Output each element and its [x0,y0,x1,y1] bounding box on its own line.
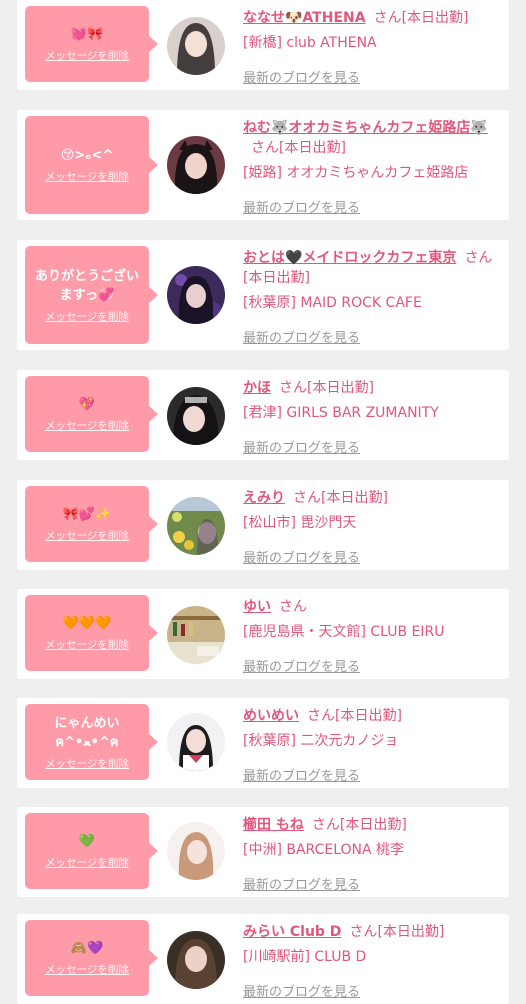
schedule-label: [本日出勤] [335,708,402,724]
message-text: 🧡🧡🧡 [62,616,112,631]
message-text: 🎀💕✨ [62,507,112,522]
schedule-label: [本日出勤] [339,817,407,833]
message-card: 😚>ₒ<^ メッセージを削除 ねむ🐺オオカミちゃんカフェ姫路店🐺 さん[本日出勤]… [17,110,509,220]
message-bubble: 🙈💜 メッセージを削除 [25,920,158,996]
view-blog-link[interactable]: 最新のブログを見る [243,658,360,678]
card-info: みらい Club D さん[本日出勤] [川崎駅前] CLUB D 最新のブログを… [243,922,505,1003]
card-info: ねむ🐺オオカミちゃんカフェ姫路店🐺 さん[本日出勤] [姫路] オオカミちゃんカフ… [243,118,505,219]
view-blog-link[interactable]: 最新のブログを見る [243,767,360,787]
san-label: さん [311,817,340,833]
message-text: 💚 [78,834,96,849]
shop-label: [秋葉原] 二次元カノジョ [243,733,399,749]
delete-message-link[interactable]: メッセージを削除 [45,169,129,184]
view-blog-link[interactable]: 最新のブログを見る [243,876,360,896]
message-bubble: 💓🎀 メッセージを削除 [25,6,158,82]
message-bubble: にゃんめい ฅ^•ﻌ•^ฅ メッセージを削除 [25,704,158,780]
cast-name-link[interactable]: 櫛田 もね [243,817,304,833]
avatar[interactable] [167,497,225,555]
schedule-label: [本日出勤] [377,924,445,940]
cast-name-link[interactable]: えみり [243,490,285,506]
shop-label: [君津] GIRLS BAR ZUMANITY [243,405,439,421]
message-card: 🧡🧡🧡 メッセージを削除 ゆい さん [鹿児島県・天文館] CLUB EIRU 最… [17,589,509,679]
delete-message-link[interactable]: メッセージを削除 [45,528,129,543]
san-label: さん [279,599,307,615]
message-bubble: 💚 メッセージを削除 [25,813,158,889]
schedule-label: [本日出勤] [401,10,469,26]
cast-name-link[interactable]: おとは🖤メイドロックカフェ東京 [243,250,456,266]
san-label: さん [349,924,378,940]
card-info: ゆい さん [鹿児島県・天文館] CLUB EIRU 最新のブログを見る [243,597,505,678]
message-card: ありがとうございますっ💞 メッセージを削除 おとは🖤メイドロックカフェ東京 さん [… [17,240,509,350]
avatar[interactable] [167,387,225,445]
card-info: えみり さん[本日出勤] [松山市] 毘沙門天 最新のブログを見る [243,488,505,569]
card-info: かほ さん[本日出勤] [君津] GIRLS BAR ZUMANITY 最新のブロ… [243,378,505,459]
delete-message-link[interactable]: メッセージを削除 [45,48,129,63]
view-blog-link[interactable]: 最新のブログを見る [243,983,360,1003]
message-card: にゃんめい ฅ^•ﻌ•^ฅ メッセージを削除 めいめい さん[本日出勤] [秋葉原… [17,698,509,788]
schedule-label: [本日出勤] [279,140,346,156]
schedule-label: [本日出勤] [307,380,374,396]
shop-label: [新橋] club ATHENA [243,35,377,51]
avatar[interactable] [167,822,225,880]
cast-name-link[interactable]: ゆい [243,599,271,615]
shop-label: [秋葉原] MAID ROCK CAFE [243,295,422,311]
san-label: さん [293,490,321,506]
delete-message-link[interactable]: メッセージを削除 [45,855,129,870]
delete-message-link[interactable]: メッセージを削除 [45,309,129,324]
view-blog-link[interactable]: 最新のブログを見る [243,549,360,569]
card-info: 櫛田 もね さん[本日出勤] [中洲] BARCELONA 桃李 最新のブログを見… [243,815,505,896]
san-label: さん [464,250,493,266]
shop-label: [鹿児島県・天文館] CLUB EIRU [243,624,445,640]
schedule-label: [本日出勤] [321,490,388,506]
shop-label: [川崎駅前] CLUB D [243,949,367,965]
shop-label: [中洲] BARCELONA 桃李 [243,842,405,858]
avatar[interactable] [167,136,225,194]
message-bubble: ありがとうございますっ💞 メッセージを削除 [25,246,158,344]
message-text: 💓🎀 [70,27,104,42]
message-bubble: 😚>ₒ<^ メッセージを削除 [25,116,158,214]
view-blog-link[interactable]: 最新のブログを見る [243,199,360,219]
card-info: めいめい さん[本日出勤] [秋葉原] 二次元カノジョ 最新のブログを見る [243,706,505,787]
shop-label: [松山市] 毘沙門天 [243,515,357,531]
cast-name-link[interactable]: かほ [243,380,271,396]
message-list: 💓🎀 メッセージを削除 ななせ🐶ATHENA さん[本日出勤] [新橋] club… [0,0,526,1004]
view-blog-link[interactable]: 最新のブログを見る [243,329,360,349]
cast-name-link[interactable]: ねむ🐺オオカミちゃんカフェ姫路店🐺 [243,120,488,136]
delete-message-link[interactable]: メッセージを削除 [45,962,129,977]
message-card: 💓🎀 メッセージを削除 ななせ🐶ATHENA さん[本日出勤] [新橋] club… [17,0,509,90]
delete-message-link[interactable]: メッセージを削除 [45,637,129,652]
view-blog-link[interactable]: 最新のブログを見る [243,69,360,89]
cast-name-link[interactable]: みらい Club D [243,924,341,940]
cast-name-link[interactable]: ななせ🐶ATHENA [243,10,366,26]
message-text: にゃんめい ฅ^•ﻌ•^ฅ [54,715,120,750]
card-info: おとは🖤メイドロックカフェ東京 さん [本日出勤] [秋葉原] MAID ROCK … [243,248,505,349]
san-label: さん [373,10,402,26]
message-card: 💖 メッセージを削除 かほ さん[本日出勤] [君津] GIRLS BAR ZUM… [17,370,509,460]
san-label: さん [307,708,335,724]
cast-name-link[interactable]: めいめい [243,708,299,724]
message-bubble: 💖 メッセージを削除 [25,376,158,452]
schedule-label: [本日出勤] [243,270,310,286]
delete-message-link[interactable]: メッセージを削除 [45,418,129,433]
message-card: 💚 メッセージを削除 櫛田 もね さん[本日出勤] [中洲] BARCELONA … [17,807,509,897]
san-label: さん [251,140,279,156]
avatar[interactable] [167,266,225,324]
message-text: 😚>ₒ<^ [60,148,114,163]
message-text: ありがとうございますっ💞 [34,268,139,303]
san-label: さん [279,380,307,396]
view-blog-link[interactable]: 最新のブログを見る [243,439,360,459]
avatar[interactable] [167,713,225,771]
message-card: 🎀💕✨ メッセージを削除 えみり さん[本日出勤] [松山市] 毘沙門天 最新のブ… [17,480,509,570]
avatar[interactable] [167,931,225,989]
message-card: 🙈💜 メッセージを削除 みらい Club D さん[本日出勤] [川崎駅前] CL… [17,914,509,1004]
delete-message-link[interactable]: メッセージを削除 [45,756,129,771]
card-info: ななせ🐶ATHENA さん[本日出勤] [新橋] club ATHENA 最新のブ… [243,8,505,89]
message-bubble: 🎀💕✨ メッセージを削除 [25,486,158,562]
message-text: 💖 [78,397,96,412]
avatar[interactable] [167,17,225,75]
avatar[interactable] [167,606,225,664]
shop-label: [姫路] オオカミちゃんカフェ姫路店 [243,165,469,181]
message-bubble: 🧡🧡🧡 メッセージを削除 [25,595,158,671]
message-text: 🙈💜 [70,941,104,956]
